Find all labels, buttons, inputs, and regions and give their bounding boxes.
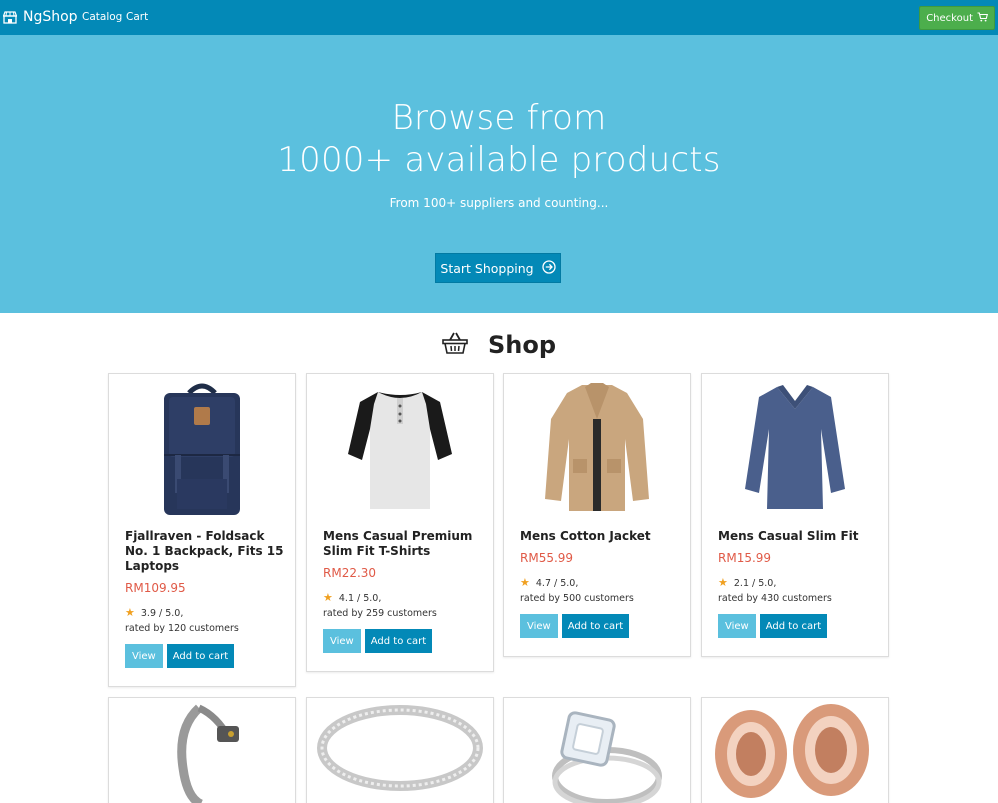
rated-by-text: rated by 500 customers: [520, 593, 634, 604]
star-icon: ★: [718, 576, 728, 589]
checkout-button[interactable]: Checkout: [919, 6, 995, 30]
hero-title-line2: 1000+ available products: [277, 140, 721, 180]
view-button[interactable]: View: [323, 629, 361, 653]
shop-header: Shop: [0, 327, 998, 363]
star-icon: ★: [125, 606, 135, 619]
product-rating: ★ 4.1 / 5.0, rated by 259 customers: [323, 590, 483, 621]
nav-link-catalog[interactable]: Catalog: [82, 11, 122, 23]
add-to-cart-button[interactable]: Add to cart: [166, 644, 235, 668]
product-card: Mens Casual Slim Fit RM15.99 ★ 2.1 / 5.0,…: [701, 373, 889, 657]
rating-value: 3.9 / 5.0,: [140, 608, 184, 619]
product-image-backpack[interactable]: [109, 374, 295, 524]
arrow-circle-right-icon: [541, 259, 556, 277]
product-card: [503, 697, 691, 803]
product-title: Mens Casual Slim Fit: [718, 529, 859, 543]
hero-subtitle: From 100+ suppliers and counting...: [389, 196, 609, 210]
view-button[interactable]: View: [125, 644, 163, 668]
product-image-longsleeve[interactable]: [702, 374, 888, 524]
shop-title: Shop: [487, 331, 557, 359]
product-image-raglan-shirt[interactable]: [307, 374, 493, 524]
rated-by-text: rated by 120 customers: [125, 623, 239, 634]
product-title: Mens Cotton Jacket: [520, 529, 651, 543]
product-rating: ★ 3.9 / 5.0, rated by 120 customers: [125, 605, 285, 636]
hero-banner: Browse from 1000+ available products Fro…: [0, 35, 998, 313]
product-card: Mens Casual Premium Slim Fit T-Shirts RM…: [306, 373, 494, 672]
rating-value: 2.1 / 5.0,: [733, 578, 777, 589]
product-card: Fjallraven - Foldsack No. 1 Backpack, Fi…: [108, 373, 296, 687]
product-image-ring[interactable]: [307, 698, 493, 803]
basket-icon: [442, 331, 468, 359]
add-to-cart-button[interactable]: Add to cart: [759, 614, 828, 638]
product-card: [701, 697, 889, 803]
product-image-plugs[interactable]: [702, 698, 888, 803]
start-shopping-button[interactable]: Start Shopping: [435, 253, 561, 283]
add-to-cart-button[interactable]: Add to cart: [561, 614, 630, 638]
rated-by-text: rated by 430 customers: [718, 593, 832, 604]
product-price: RM15.99: [718, 551, 772, 565]
brand-name: NgShop: [23, 9, 78, 25]
start-shopping-label: Start Shopping: [440, 260, 534, 276]
product-title: Fjallraven - Foldsack No. 1 Backpack, Fi…: [125, 529, 284, 573]
product-card: Mens Cotton Jacket RM55.99 ★ 4.7 / 5.0, r…: [503, 373, 691, 657]
product-price: RM22.30: [323, 566, 377, 580]
product-card: [108, 697, 296, 803]
product-rating: ★ 2.1 / 5.0, rated by 430 customers: [718, 575, 878, 606]
product-rating: ★ 4.7 / 5.0, rated by 500 customers: [520, 575, 680, 606]
hero-title-line1: Browse from: [391, 98, 607, 138]
cart-icon: [977, 11, 989, 25]
star-icon: ★: [323, 591, 333, 604]
rating-value: 4.1 / 5.0,: [338, 593, 382, 604]
product-card: [306, 697, 494, 803]
rated-by-text: rated by 259 customers: [323, 608, 437, 619]
nav-link-cart[interactable]: Cart: [126, 11, 148, 23]
view-button[interactable]: View: [718, 614, 756, 638]
brand-link[interactable]: NgShop: [3, 9, 78, 25]
star-icon: ★: [520, 576, 530, 589]
checkout-label: Checkout: [926, 12, 973, 24]
product-image-jacket[interactable]: [504, 374, 690, 524]
product-price: RM55.99: [520, 551, 574, 565]
rating-value: 4.7 / 5.0,: [535, 578, 579, 589]
add-to-cart-button[interactable]: Add to cart: [364, 629, 433, 653]
product-price: RM109.95: [125, 581, 186, 595]
product-image-diamond-ring[interactable]: [504, 698, 690, 803]
product-title: Mens Casual Premium Slim Fit T-Shirts: [323, 529, 473, 558]
top-navbar: NgShop Catalog Cart Checkout: [0, 0, 998, 35]
store-icon: [3, 10, 17, 24]
view-button[interactable]: View: [520, 614, 558, 638]
product-image-bracelet[interactable]: [109, 698, 295, 803]
